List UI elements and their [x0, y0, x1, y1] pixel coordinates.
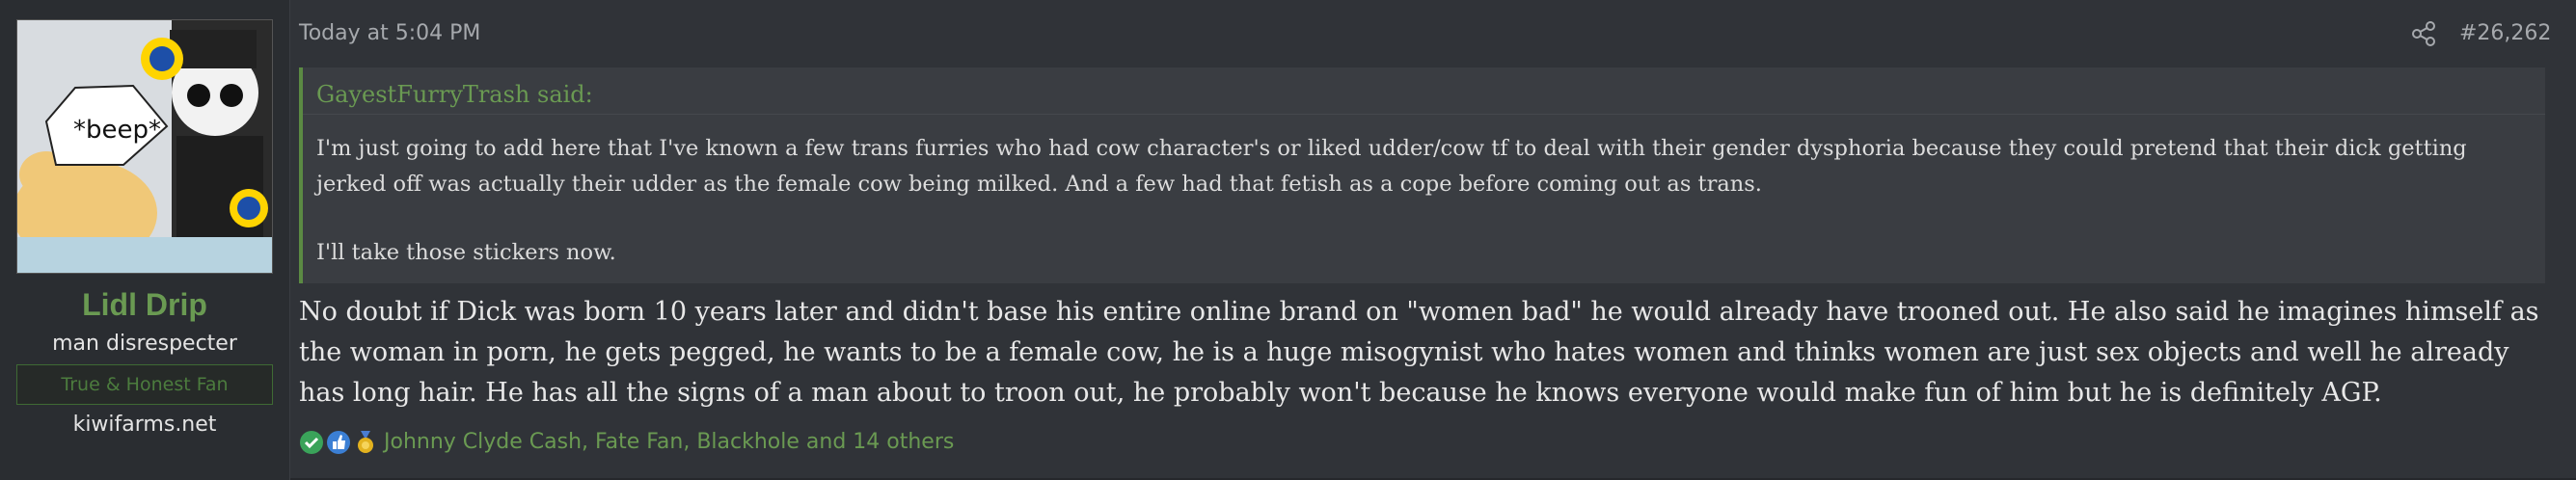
reaction-names-link[interactable]: Johnny Clyde Cash, Fate Fan, Blackhole a…	[384, 430, 954, 454]
reactions-bar[interactable]: Johnny Clyde Cash, Fate Fan, Blackhole a…	[299, 428, 1456, 461]
user-banner: True & Honest Fan	[16, 364, 273, 405]
avatar-speech-text: *beep*	[73, 116, 161, 145]
post-body-text: No doubt if Dick was born 10 years later…	[299, 297, 2539, 408]
user-avatar[interactable]: *beep*	[16, 19, 273, 274]
medal-icon	[358, 431, 373, 453]
post-main: Today at 5:04 PM #26,262 GayestFurryTras…	[289, 0, 2576, 480]
quote-divider	[303, 114, 2545, 115]
user-sidebar: *beep* Lidl Drip man disrespecter True &…	[0, 0, 290, 480]
share-icon[interactable]	[2409, 19, 2438, 48]
quote-block: GayestFurryTrash said: I'm just going to…	[299, 67, 2545, 283]
user-title: man disrespecter	[52, 332, 237, 356]
username-link[interactable]: Lidl Drip	[0, 287, 289, 323]
quote-paragraph: I'm just going to add here that I've kno…	[316, 136, 2467, 197]
avatar-image: *beep*	[17, 20, 272, 273]
forum-post: *beep* Lidl Drip man disrespecter True &…	[0, 0, 2576, 480]
user-site: kiwifarms.net	[72, 413, 217, 437]
post-timestamp[interactable]: Today at 5:04 PM	[299, 21, 480, 45]
check-icon	[300, 431, 323, 454]
post-number-link[interactable]: #26,262	[2459, 21, 2551, 45]
quote-content: I'm just going to add here that I've kno…	[316, 131, 2525, 271]
thumbs-up-icon	[327, 431, 350, 454]
quote-author-link[interactable]: GayestFurryTrash said:	[316, 81, 2535, 121]
quote-paragraph: I'll take those stickers now.	[316, 240, 616, 265]
